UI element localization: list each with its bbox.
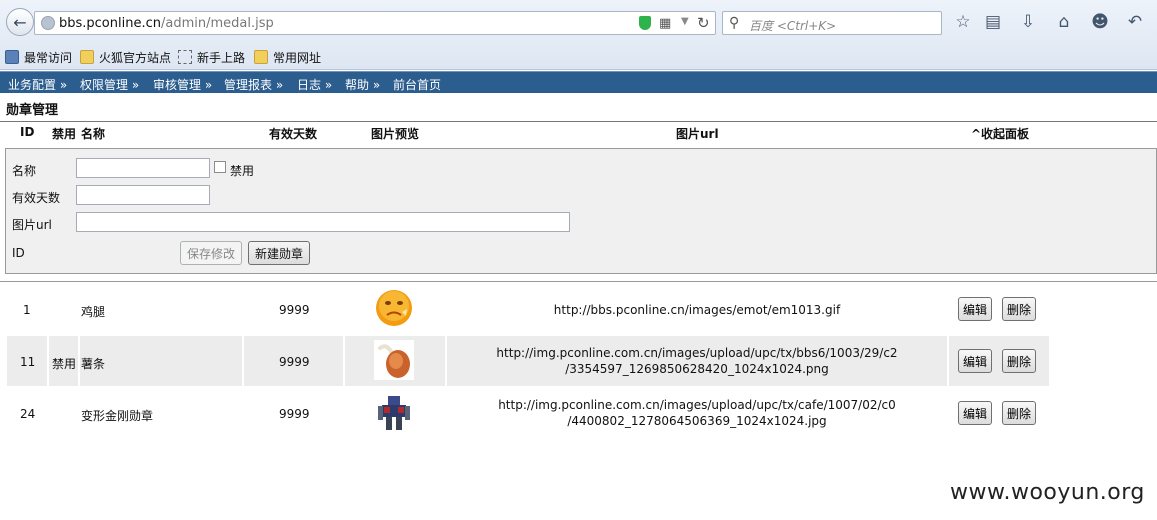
row-url: http://img.pconline.com.cn/images/upload… (447, 397, 947, 429)
page-icon (178, 50, 192, 64)
folder-icon (254, 50, 268, 64)
divider (0, 121, 1157, 122)
menu-business-config[interactable]: 业务配置 » (8, 76, 67, 93)
row-days: 9999 (279, 355, 310, 369)
search-icon: ⚲ (729, 15, 740, 31)
column-header-days: 有效天数 (269, 127, 318, 141)
url-label: 图片url (12, 218, 52, 232)
id-label: ID (12, 246, 25, 260)
back-button[interactable]: ← (6, 8, 34, 36)
menu-reports[interactable]: 管理报表 » (224, 76, 283, 93)
folder-icon (80, 50, 94, 64)
menu-permission[interactable]: 权限管理 » (80, 76, 139, 93)
collapse-panel-toggle[interactable]: ^收起面板 (971, 125, 1029, 142)
table-row: 11 禁用 薯条 9999 http://img.pconline.com.cn… (7, 336, 1049, 386)
column-header-preview: 图片预览 (371, 127, 420, 141)
cell-separator (78, 336, 80, 386)
table-row: 1 鸡腿 9999 http://bbs.pconline.cn/images/… (7, 284, 1049, 334)
bookmark-firefox-site[interactable]: 火狐官方站点 (80, 48, 171, 66)
row-url: http://bbs.pconline.cn/images/emot/em101… (447, 302, 947, 318)
row-disabled: 禁用 (52, 357, 77, 371)
edit-button[interactable]: 编辑 (958, 297, 993, 321)
watermark: www.wooyun.org (950, 480, 1145, 505)
name-input[interactable] (76, 158, 210, 178)
row-days: 9999 (279, 303, 310, 317)
url-host: bbs.pconline.cn (59, 16, 161, 31)
browser-navbar: ← bbs.pconline.cn/admin/medal.jsp ▦ ▼ ↻ … (0, 0, 1157, 44)
reading-list-icon[interactable]: ▤ (982, 11, 1004, 33)
cell-separator (343, 336, 345, 386)
bookmark-star-icon[interactable]: ☆ (952, 11, 974, 33)
delete-button[interactable]: 删除 (1002, 349, 1037, 373)
row-url: http://img.pconline.com.cn/images/upload… (447, 345, 947, 377)
globe-icon (41, 16, 55, 30)
row-id: 11 (20, 355, 36, 369)
bookmark-getting-started[interactable]: 新手上路 (178, 48, 245, 66)
page-title: 勋章管理 (6, 103, 59, 118)
bookmark-most-visited[interactable]: 最常访问 (5, 48, 72, 66)
name-label: 名称 (12, 164, 37, 178)
delete-button[interactable]: 删除 (1002, 401, 1037, 425)
reload-icon[interactable]: ↻ (697, 14, 710, 32)
dropdown-arrow-icon[interactable]: ▼ (681, 16, 689, 27)
column-header-id: ID (20, 125, 35, 139)
table-row: 24 变形金刚勋章 9999 http://img.pconline.com.c… (7, 388, 1049, 438)
disabled-checkbox-label: 禁用 (230, 164, 255, 178)
column-header-name: 名称 (81, 127, 106, 141)
row-url-line: /4400802_1278064506369_1024x1024.jpg (567, 414, 827, 428)
home-icon[interactable]: ⌂ (1053, 11, 1075, 33)
shield-icon[interactable] (639, 16, 651, 30)
new-medal-button[interactable]: 新建勋章 (248, 241, 310, 265)
url-path: /admin/medal.jsp (160, 16, 274, 31)
transformer-robot-image (378, 396, 410, 430)
bookmark-common-urls[interactable]: 常用网址 (254, 48, 321, 66)
row-url-line: http://bbs.pconline.cn/images/emot/em101… (553, 303, 841, 317)
menu-log[interactable]: 日志 » (297, 76, 332, 93)
browser-chrome: ← bbs.pconline.cn/admin/medal.jsp ▦ ▼ ↻ … (0, 0, 1157, 70)
search-box[interactable]: ⚲ 百度 <Ctrl+K> (722, 11, 942, 35)
address-bar[interactable]: bbs.pconline.cn/admin/medal.jsp ▦ ▼ ↻ (34, 11, 716, 35)
row-name: 薯条 (81, 357, 106, 371)
row-name: 鸡腿 (81, 305, 106, 319)
menu-help[interactable]: 帮助 » (345, 76, 380, 93)
days-label: 有效天数 (12, 191, 61, 205)
smiley-face-image (376, 290, 412, 326)
chat-icon[interactable]: ☻ (1089, 11, 1111, 33)
cell-separator (242, 336, 244, 386)
medal-edit-panel: 名称 禁用 有效天数 图片url ID 保存修改 新建勋章 (5, 148, 1157, 274)
save-button[interactable]: 保存修改 (180, 241, 242, 265)
bookmark-folder-icon (5, 50, 19, 64)
row-days: 9999 (279, 407, 310, 421)
menu-frontpage[interactable]: 前台首页 (393, 76, 441, 93)
divider (0, 281, 1157, 282)
column-header-url: 图片url (676, 127, 719, 141)
undo-icon[interactable]: ↶ (1124, 11, 1146, 33)
delete-button[interactable]: 删除 (1002, 297, 1037, 321)
row-name: 变形金刚勋章 (81, 409, 154, 423)
search-placeholder: 百度 <Ctrl+K> (749, 19, 837, 33)
disabled-checkbox[interactable] (214, 161, 226, 173)
edit-button[interactable]: 编辑 (958, 401, 993, 425)
row-url-line: http://img.pconline.com.cn/images/upload… (496, 346, 898, 360)
column-header-disabled: 禁用 (52, 127, 77, 141)
address-text: bbs.pconline.cn/admin/medal.jsp (59, 16, 274, 31)
admin-menubar: 业务配置 » 权限管理 » 审核管理 » 管理报表 » 日志 » 帮助 » 前台… (0, 71, 1157, 93)
days-input[interactable] (76, 185, 210, 205)
row-url-line: /3354597_1269850628420_1024x1024.png (565, 362, 829, 376)
back-arrow-icon: ← (13, 12, 27, 32)
qr-code-icon[interactable]: ▦ (659, 16, 671, 31)
row-id: 24 (20, 407, 36, 421)
row-url-line: http://img.pconline.com.cn/images/upload… (498, 398, 896, 412)
row-id: 1 (23, 303, 31, 317)
bookmarks-bar: 最常访问 火狐官方站点 新手上路 常用网址 (0, 45, 1157, 69)
url-input[interactable] (76, 212, 570, 232)
cell-separator (947, 336, 949, 386)
menu-review[interactable]: 审核管理 » (153, 76, 212, 93)
chicken-leg-image (374, 340, 414, 380)
edit-button[interactable]: 编辑 (958, 349, 993, 373)
download-icon[interactable]: ⇩ (1017, 11, 1039, 33)
cell-separator (47, 336, 49, 386)
